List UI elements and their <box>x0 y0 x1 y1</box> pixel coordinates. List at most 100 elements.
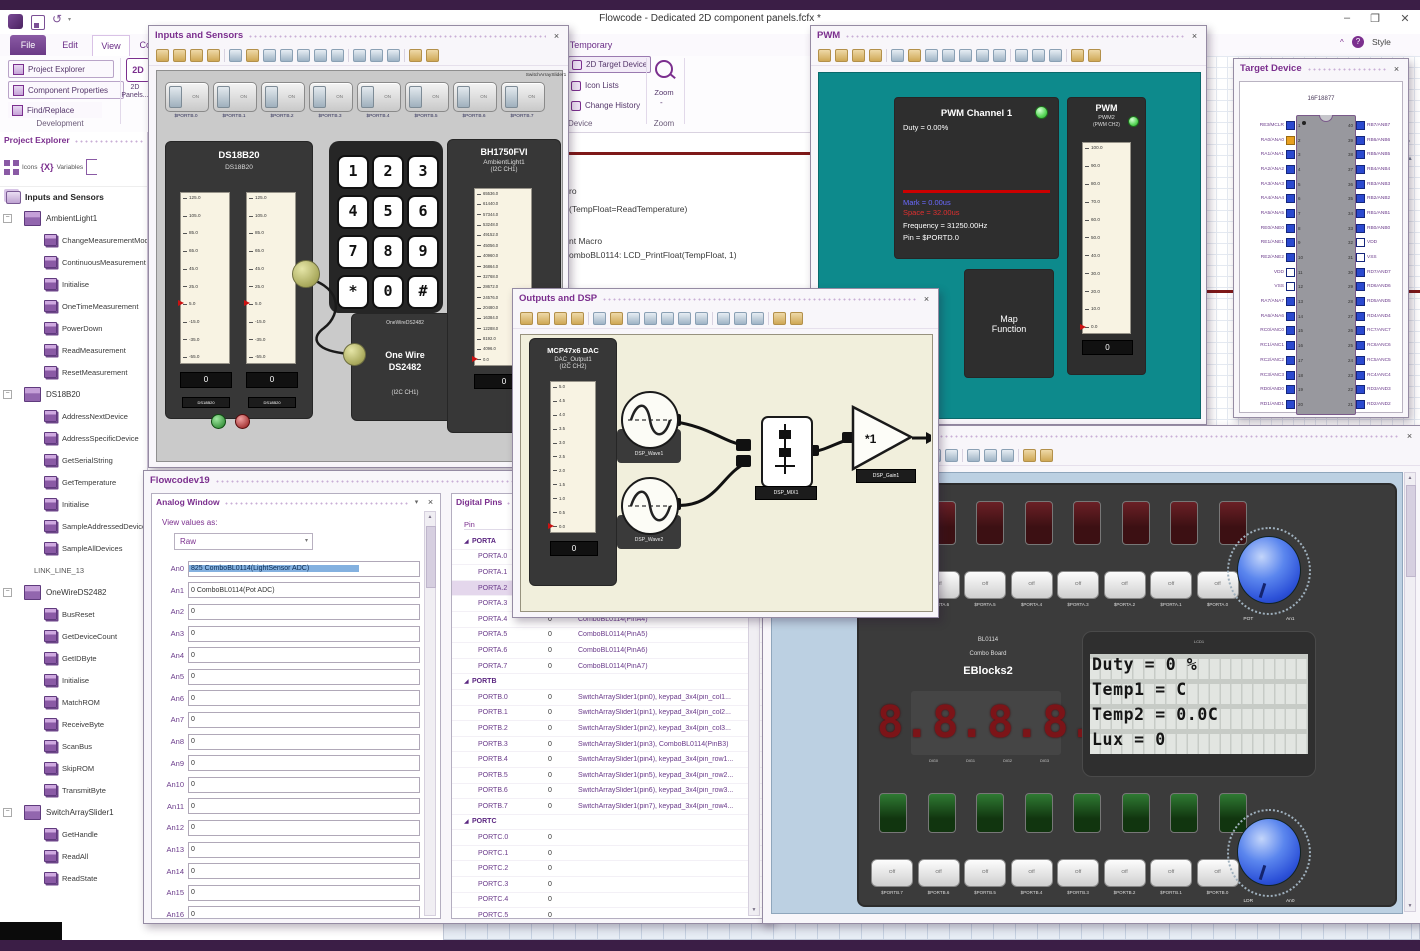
chip-pin[interactable]: RC0/ANC0 15 <box>1248 324 1310 339</box>
toolbar-icon[interactable] <box>246 48 259 62</box>
analog-value-field[interactable]: 0 <box>188 906 420 918</box>
close-icon[interactable]: × <box>1391 64 1402 74</box>
chip-pin[interactable]: 38 RB5/ANB5 <box>1341 147 1403 162</box>
ribbon-2d-panels-icon[interactable]: 2D <box>126 58 150 82</box>
chevron-down-icon[interactable]: ▾ <box>68 16 71 23</box>
toolbar-icon[interactable] <box>1088 48 1101 62</box>
chip-pin[interactable]: RE2/ANE2 10 <box>1248 250 1310 265</box>
chip-pin[interactable]: 22 RD3/AND3 <box>1341 382 1403 397</box>
toolbar-icon[interactable] <box>1023 448 1036 462</box>
toolbar-icon[interactable] <box>925 48 938 62</box>
toolbar-icon[interactable] <box>173 48 186 62</box>
tree-item[interactable]: DS18B20 <box>0 383 147 405</box>
board-push-button[interactable]: Off <box>1150 859 1192 887</box>
tree-root[interactable]: Inputs and Sensors <box>0 187 147 207</box>
chip-pin[interactable]: RA2/ANA2 4 <box>1248 162 1310 177</box>
digital-pin-row[interactable]: ◢ PORTC <box>452 815 764 831</box>
toolbar-icon[interactable] <box>314 48 327 62</box>
tree-item[interactable]: ContinuousMeasurement <box>0 251 147 273</box>
toolbar-icon[interactable] <box>370 48 383 62</box>
board-push-button[interactable]: Off <box>1150 571 1192 599</box>
analog-value-field[interactable]: 825 ComboBL0114(LightSensor ADC) <box>188 560 420 577</box>
collapse-icon[interactable]: ▾ <box>412 498 421 506</box>
tab-edit[interactable]: Edit <box>54 35 86 55</box>
project-explorer-header[interactable]: Project Explorer <box>0 132 147 148</box>
macros-icon[interactable] <box>86 159 98 175</box>
chip-pin[interactable]: RA3/ANA3 5 <box>1248 177 1310 192</box>
style-button[interactable]: Style <box>1372 37 1391 47</box>
tree-item[interactable]: SwitchArraySlider1 <box>0 801 147 823</box>
chip-pin[interactable]: RC2/ANC2 17 <box>1248 353 1310 368</box>
ribbon-collapse-icon[interactable]: ^ <box>1340 38 1344 47</box>
slider-pointer[interactable] <box>472 356 478 362</box>
board-push-button[interactable]: Off <box>964 859 1006 887</box>
tree-item[interactable]: LINK_LINE_13 <box>0 559 147 581</box>
toolbar-icon[interactable] <box>751 311 764 325</box>
digital-pin-row[interactable]: ◢ PORTB.3 0 SwitchArraySlider1(pin3), Co… <box>452 737 764 753</box>
tree-item[interactable]: OneWireDS2482 <box>0 581 147 603</box>
toolbar-icon[interactable] <box>348 48 349 62</box>
digital-pin-row[interactable]: ◢ PORTB <box>452 674 764 690</box>
sine-wave-icon[interactable] <box>621 391 679 449</box>
toolbar-icon[interactable] <box>945 448 958 462</box>
chip-pin[interactable]: 36 RB3/ANB3 <box>1341 177 1403 192</box>
toolbar-icon[interactable] <box>869 48 882 62</box>
wire-node[interactable] <box>343 343 366 366</box>
panel-header[interactable]: Analog Window ▾ × <box>152 494 440 510</box>
toolbar-icon[interactable] <box>554 311 567 325</box>
chip-pin[interactable]: 27 RD4/AND4 <box>1341 309 1403 324</box>
tree-item[interactable]: GetHandle <box>0 823 147 845</box>
scrollbar-thumb[interactable] <box>426 526 436 588</box>
analog-value-field[interactable]: 0 <box>188 690 420 707</box>
duty-slider[interactable]: 100.0 90.0 80.0 70.0 60.0 50.0 40.0 30.0 20.0 10.… <box>1082 142 1131 334</box>
toolbar-icon[interactable] <box>908 48 921 62</box>
toolbar-icon[interactable] <box>588 311 589 325</box>
toolbar-icon[interactable] <box>353 48 366 62</box>
digital-pin-row[interactable]: ◢ PORTC.3 0 <box>452 877 764 893</box>
analog-value-field[interactable]: 0 <box>188 819 420 836</box>
chip-pin[interactable]: 30 RD7/AND7 <box>1341 265 1403 280</box>
digital-pin-row[interactable]: ◢ PORTB.7 0 SwitchArraySlider1(pin7), ke… <box>452 799 764 815</box>
toolbar-icon[interactable] <box>717 311 730 325</box>
window-header[interactable]: Target Device × <box>1234 59 1408 78</box>
chip-pin[interactable]: 23 RC4/ANC4 <box>1341 368 1403 383</box>
digital-pin-row[interactable]: ◢ PORTC.5 0 <box>452 908 764 918</box>
toolbar-icon[interactable] <box>224 48 225 62</box>
window-header[interactable]: PWM × <box>811 26 1206 45</box>
toolbar-icon[interactable] <box>1032 48 1045 62</box>
toolbar-icon[interactable] <box>1010 48 1011 62</box>
ldr-knob[interactable] <box>1237 818 1301 886</box>
tree-item[interactable]: PowerDown <box>0 317 147 339</box>
toolbar-icon[interactable] <box>520 311 533 325</box>
toolbar-icon[interactable] <box>593 311 606 325</box>
tree-item[interactable]: TransmitByte <box>0 779 147 801</box>
tree-item[interactable]: BusReset <box>0 603 147 625</box>
chip-pin[interactable]: RA6/ANA6 14 <box>1248 309 1310 324</box>
toolbar-icon[interactable] <box>280 48 293 62</box>
toolbar-icon[interactable] <box>571 311 584 325</box>
toolbar-icon[interactable] <box>661 311 674 325</box>
pot-knob[interactable] <box>1237 536 1301 604</box>
tree-item[interactable]: SampleAddressedDevice <box>0 515 147 537</box>
chip-pin[interactable]: 28 RD5/AND5 <box>1341 294 1403 309</box>
tree-item[interactable]: ReadMeasurement <box>0 339 147 361</box>
board-push-button[interactable]: Off <box>917 859 960 887</box>
close-icon[interactable]: × <box>425 497 436 507</box>
tree-item[interactable]: MatchROM <box>0 691 147 713</box>
digital-pin-row[interactable]: ◢ PORTB.5 0 SwitchArraySlider1(pin5), ke… <box>452 768 764 784</box>
chip-pin[interactable]: 25 RC6/ANC6 <box>1341 338 1403 353</box>
chip-pin[interactable]: 32 VDD <box>1341 236 1403 251</box>
digital-pin-row[interactable]: ◢ PORTA.6 0 ComboBL0114(PinA6) <box>452 643 764 659</box>
chip-pin[interactable]: RD1/AND1 20 <box>1248 397 1310 412</box>
view-toggle[interactable]: Change History <box>568 98 651 113</box>
toolbar-icon[interactable] <box>409 48 422 62</box>
toolbar-icon[interactable] <box>190 48 203 62</box>
toolbar-icon[interactable] <box>1001 448 1014 462</box>
wire-node[interactable] <box>292 260 320 288</box>
toolbar-icon[interactable] <box>331 48 344 62</box>
toolbar-icon[interactable] <box>1040 448 1053 462</box>
ribbon-find-replace-button[interactable]: Find/Replace <box>8 102 102 118</box>
toolbar-icon[interactable] <box>942 48 955 62</box>
digital-pin-row[interactable]: ◢ PORTC.2 0 <box>452 861 764 878</box>
analog-value-field[interactable]: 0 <box>188 776 420 793</box>
